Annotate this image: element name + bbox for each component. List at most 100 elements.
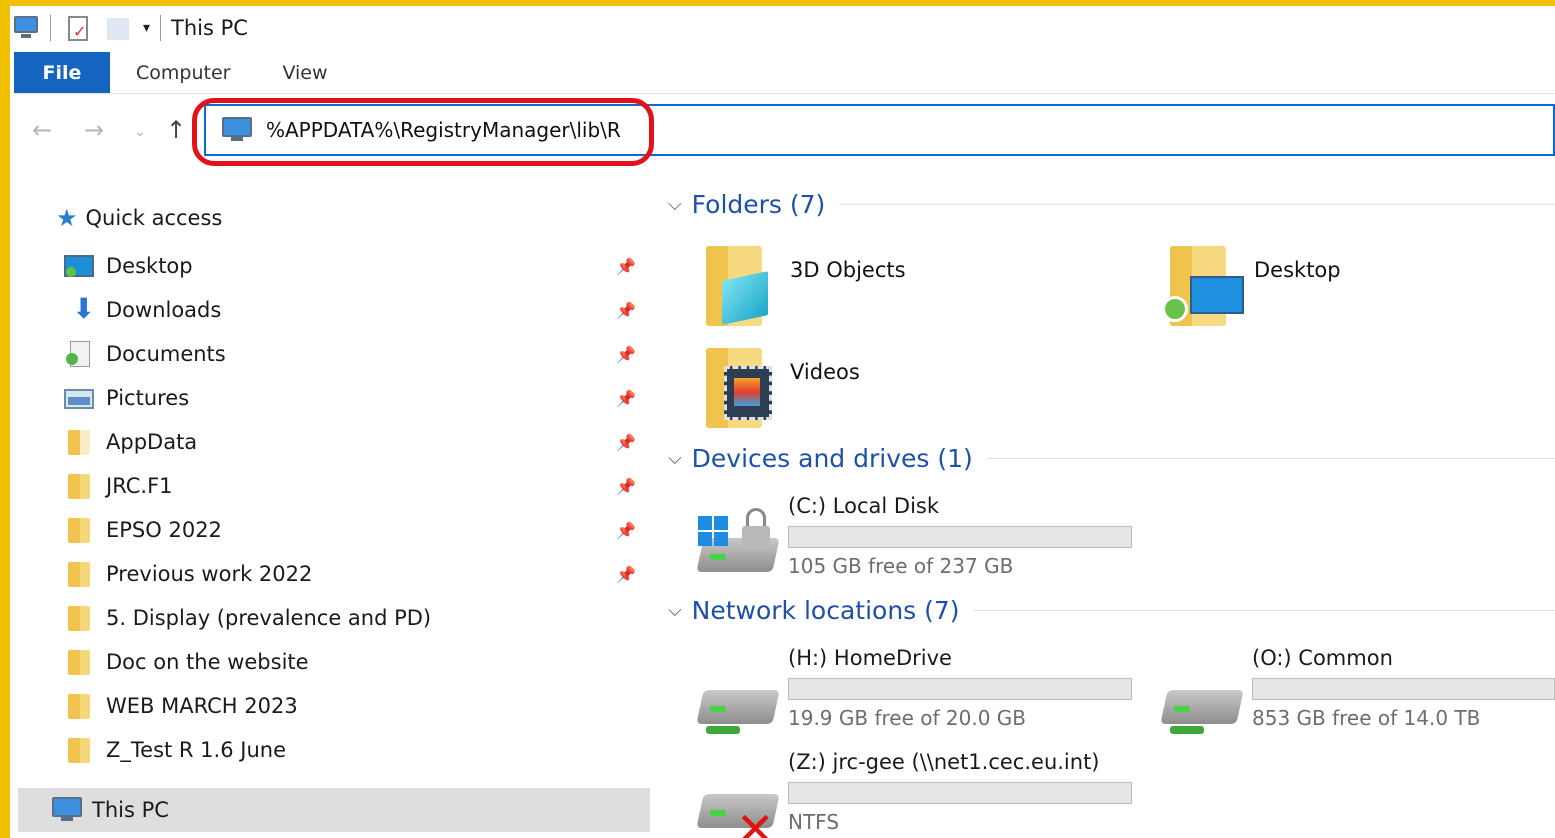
address-path[interactable]: %APPDATA%\RegistryManager\lib\R [266, 118, 621, 142]
drive-tile-c[interactable]: (C:) Local Disk 105 GB free of 237 GB [696, 494, 1136, 584]
divider [986, 458, 1555, 459]
properties-icon[interactable]: ✓ [65, 16, 91, 41]
sidebar-item-desktop[interactable]: Desktop 📌 [64, 246, 644, 286]
documents-icon [64, 339, 94, 369]
window-title: This PC [171, 16, 248, 40]
chevron-down-icon[interactable]: ⌵ [668, 448, 682, 469]
sidebar-item-label: Documents [106, 342, 226, 366]
sidebar-item-label: Downloads [106, 298, 222, 322]
sidebar-item-label: 5. Display (prevalence and PD) [106, 606, 432, 630]
red-x-icon: ✕ [736, 802, 775, 838]
network-drive-z[interactable]: ✕ (Z:) jrc-gee (\\net1.cec.eu.int) NTFS [696, 750, 1136, 838]
sidebar-item-pictures[interactable]: Pictures 📌 [64, 378, 644, 418]
customize-toolbar-dropdown[interactable]: ▾ [143, 20, 150, 36]
folder-tile-desktop[interactable]: Desktop [1162, 246, 1341, 332]
this-pc-icon [52, 797, 84, 823]
sidebar-item-jrc-f1[interactable]: JRC.F1 📌 [64, 466, 644, 506]
tab-view[interactable]: View [256, 52, 353, 93]
pin-icon[interactable]: 📌 [616, 521, 636, 540]
quick-access-label: Quick access [85, 206, 223, 230]
3d-objects-folder-icon [698, 246, 778, 332]
sidebar-item-label: Previous work 2022 [106, 562, 313, 586]
separator [160, 15, 162, 41]
chevron-down-icon[interactable]: ⌵ [668, 600, 682, 621]
folder-icon [64, 515, 94, 545]
tab-computer[interactable]: Computer [110, 52, 256, 93]
pin-icon[interactable]: 📌 [616, 389, 636, 408]
folder-icon [64, 691, 94, 721]
address-bar[interactable]: %APPDATA%\RegistryManager\lib\R [204, 104, 1555, 156]
new-folder-icon[interactable] [105, 16, 131, 40]
separator [50, 15, 51, 41]
sidebar-item-epso-2022[interactable]: EPSO 2022 📌 [64, 510, 644, 550]
sidebar-item-label: Pictures [106, 386, 190, 410]
sidebar-item-label: Z_Test R 1.6 June [106, 738, 286, 762]
drive-label: (C:) Local Disk [788, 494, 940, 518]
sidebar-item-downloads[interactable]: ⬇ Downloads 📌 [64, 290, 644, 330]
network-drive-o[interactable]: (O:) Common 853 GB free of 14.0 TB [1160, 646, 1555, 736]
download-icon: ⬇ [72, 292, 96, 325]
quick-access[interactable]: ★ Quick access [56, 204, 222, 232]
network-drive-h[interactable]: (H:) HomeDrive 19.9 GB free of 20.0 GB [696, 646, 1136, 736]
sidebar-item-this-pc[interactable]: This PC [18, 788, 650, 832]
chevron-down-icon[interactable]: ⌵ [668, 194, 682, 215]
this-pc-icon [222, 117, 254, 143]
ribbon-tabs: File Computer View [14, 52, 1555, 94]
sidebar-item-z-test-r[interactable]: Z_Test R 1.6 June [64, 730, 644, 770]
content-pane: ⌵ Folders (7) 3D Objects Desktop Videos … [656, 176, 1555, 838]
drive-label: (H:) HomeDrive [788, 646, 952, 670]
folder-label: Desktop [1254, 258, 1341, 282]
videos-folder-icon [698, 348, 778, 434]
sidebar-item-label: EPSO 2022 [106, 518, 222, 542]
tab-file[interactable]: File [14, 52, 110, 93]
network-drive-icon [1160, 660, 1244, 740]
folder-label: 3D Objects [790, 258, 906, 282]
group-title: Folders (7) [691, 190, 826, 219]
local-disk-icon [696, 508, 780, 588]
title-bar: ✓ ▾ This PC [10, 6, 1555, 50]
back-arrow-icon[interactable]: ← [32, 116, 52, 144]
navigation-bar: ← → ⌄ ↑ %APPDATA%\RegistryManager\lib\R [14, 96, 1555, 166]
folder-icon [64, 427, 94, 457]
sidebar-item-display-prevalence[interactable]: 5. Display (prevalence and PD) [64, 598, 644, 638]
folder-icon [64, 735, 94, 765]
network-drive-icon [696, 660, 780, 740]
desktop-folder-icon [1162, 246, 1244, 332]
drive-free-space: NTFS [788, 810, 840, 834]
pin-icon[interactable]: 📌 [616, 565, 636, 584]
up-arrow-icon[interactable]: ↑ [166, 116, 186, 144]
sidebar-item-label: Doc on the website [106, 650, 309, 674]
group-folders[interactable]: ⌵ Folders (7) [668, 190, 1555, 219]
forward-arrow-icon[interactable]: → [84, 116, 104, 144]
pictures-icon [64, 383, 94, 413]
pin-icon[interactable]: 📌 [616, 257, 636, 276]
divider [973, 610, 1555, 611]
drive-free-space: 105 GB free of 237 GB [788, 554, 1014, 578]
divider [839, 204, 1555, 205]
drive-usage-bar [1252, 678, 1555, 700]
sidebar-item-label: JRC.F1 [106, 474, 173, 498]
folder-tile-3d-objects[interactable]: 3D Objects [698, 246, 906, 332]
sidebar-item-label: AppData [106, 430, 198, 454]
sidebar-item-previous-work-2022[interactable]: Previous work 2022 📌 [64, 554, 644, 594]
folder-icon [64, 559, 94, 589]
folder-tile-videos[interactable]: Videos [698, 348, 860, 434]
group-network-locations[interactable]: ⌵ Network locations (7) [668, 596, 1555, 625]
pin-icon[interactable]: 📌 [616, 433, 636, 452]
pin-icon[interactable]: 📌 [616, 301, 636, 320]
navigation-pane: ★ Quick access Desktop 📌 ⬇ Downloads 📌 D… [14, 190, 650, 838]
sidebar-item-label: This PC [92, 798, 169, 822]
sidebar-item-doc-on-the-website[interactable]: Doc on the website [64, 642, 644, 682]
group-title: Network locations (7) [691, 596, 960, 625]
recent-locations-chevron-icon[interactable]: ⌄ [134, 124, 146, 140]
star-icon: ★ [56, 204, 78, 232]
sidebar-item-documents[interactable]: Documents 📌 [64, 334, 644, 374]
pin-icon[interactable]: 📌 [616, 345, 636, 364]
group-title: Devices and drives (1) [691, 444, 973, 473]
folder-icon [64, 471, 94, 501]
sidebar-item-appdata[interactable]: AppData 📌 [64, 422, 644, 462]
sidebar-item-web-march-2023[interactable]: WEB MARCH 2023 [64, 686, 644, 726]
drive-usage-bar [788, 782, 1132, 804]
group-devices-and-drives[interactable]: ⌵ Devices and drives (1) [668, 444, 1555, 473]
pin-icon[interactable]: 📌 [616, 477, 636, 496]
